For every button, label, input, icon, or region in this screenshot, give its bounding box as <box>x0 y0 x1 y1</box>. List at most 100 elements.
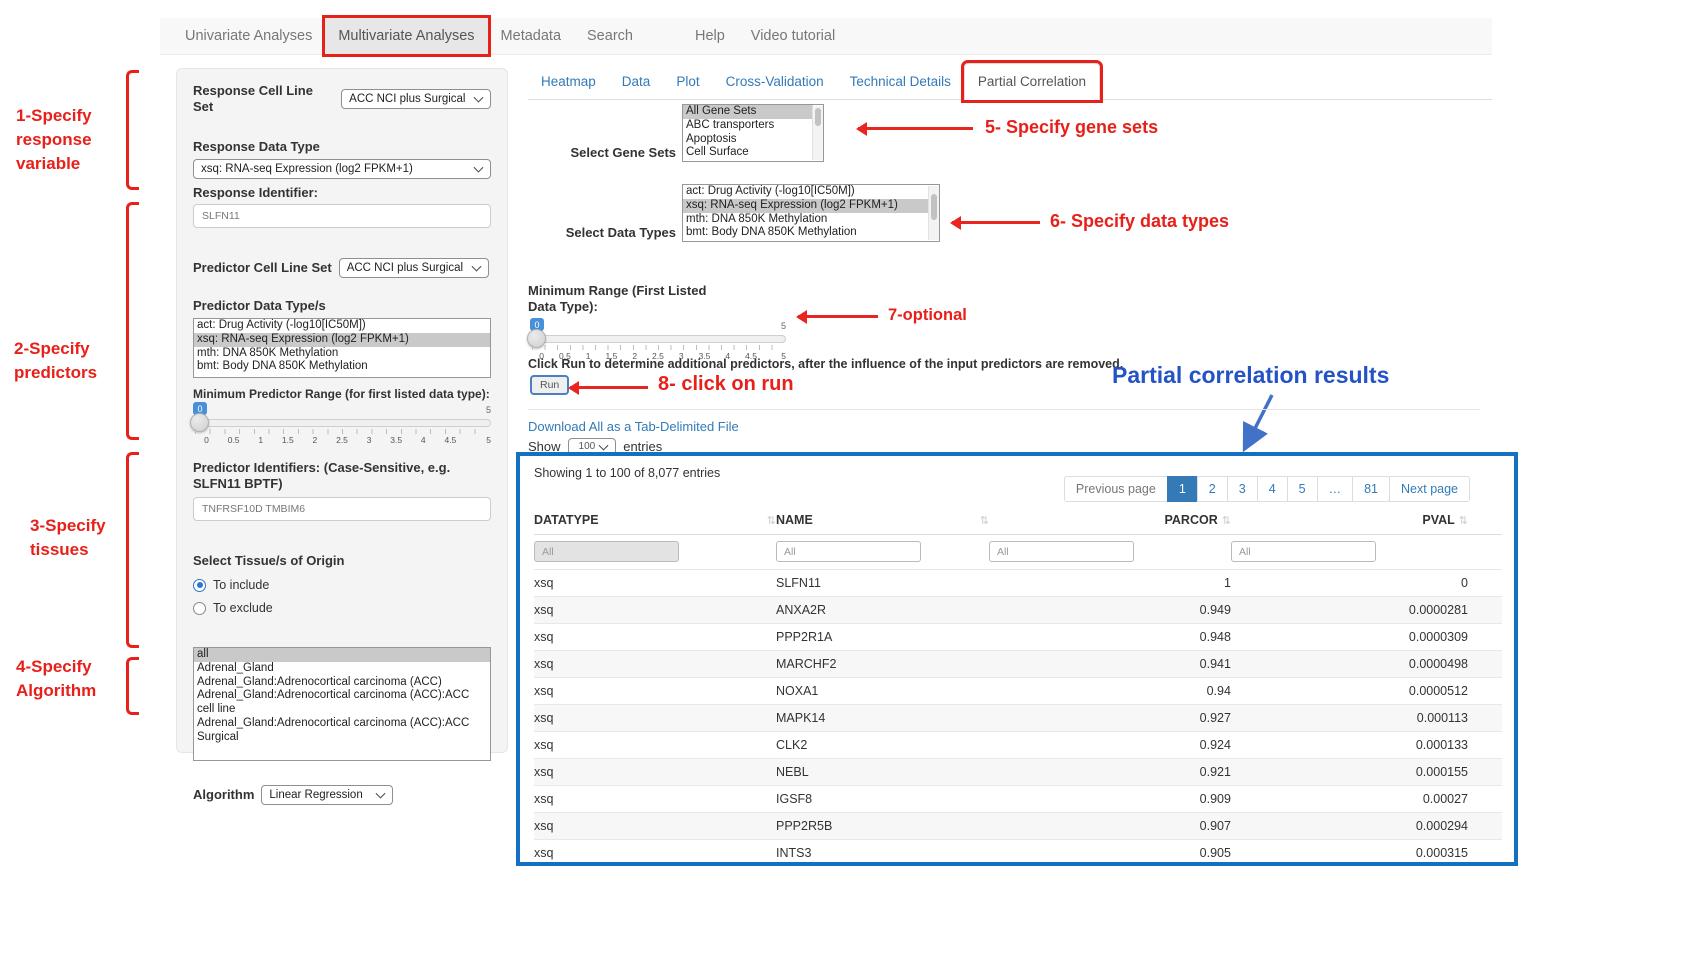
listbox-option[interactable]: Adrenal_Gland <box>194 662 490 676</box>
gene-sets-listbox[interactable]: All Gene SetsABC transportersApoptosisCe… <box>682 104 824 162</box>
table-row[interactable]: xsq IGSF8 0.909 0.00027 <box>534 786 1502 813</box>
listbox-option[interactable]: Adrenal_Gland:Adrenocortical carcinoma (… <box>194 689 490 717</box>
scrollbar[interactable] <box>812 106 823 160</box>
tab-heatmap[interactable]: Heatmap <box>528 64 609 99</box>
slider-track[interactable] <box>530 335 786 343</box>
arrow-left-icon <box>570 386 648 389</box>
page-button[interactable]: … <box>1317 476 1354 502</box>
listbox-option[interactable]: all <box>194 648 490 662</box>
sort-icon[interactable]: ⇅ <box>767 514 776 527</box>
predictor-cell-line-set-select[interactable]: ACC NCI plus Surgical <box>339 258 489 278</box>
arrow-left-icon <box>798 315 878 318</box>
nav-univariate-analyses[interactable]: Univariate Analyses <box>172 18 325 54</box>
listbox-option[interactable]: act: Drug Activity (-log10[IC50M]) <box>194 319 490 333</box>
col-header-datatype[interactable]: DATATYPE⇅ <box>534 506 776 535</box>
tab-data[interactable]: Data <box>609 64 664 99</box>
cell-datatype: xsq <box>534 759 776 786</box>
slider-ticks <box>195 429 489 434</box>
to-include-radio[interactable] <box>193 579 206 592</box>
bracket-step2 <box>126 202 139 440</box>
response-identifier-input[interactable] <box>193 204 491 228</box>
col-header-pval[interactable]: PVAL⇅ <box>1231 506 1502 535</box>
predictor-identifiers-label: Predictor Identifiers: (Case-Sensitive, … <box>193 460 491 492</box>
table-row[interactable]: xsq NEBL 0.921 0.000155 <box>534 759 1502 786</box>
sort-icon[interactable]: ⇅ <box>1222 514 1231 527</box>
response-cell-line-set-select[interactable]: ACC NCI plus Surgical <box>341 89 491 109</box>
listbox-option[interactable]: mth: DNA 850K Methylation <box>683 213 929 227</box>
arrow-left-icon <box>952 221 1040 224</box>
table-row[interactable]: xsq MAPK14 0.927 0.000113 <box>534 705 1502 732</box>
tab-plot[interactable]: Plot <box>663 64 712 99</box>
sort-icon[interactable]: ⇅ <box>1459 514 1468 527</box>
cell-pval: 0 <box>1231 570 1502 597</box>
table-row[interactable]: xsq SLFN11 1 0 <box>534 570 1502 597</box>
listbox-option[interactable]: xsq: RNA-seq Expression (log2 FPKM+1) <box>683 199 929 213</box>
run-button[interactable]: Run <box>530 375 569 395</box>
filter-datatype-input[interactable] <box>534 541 679 562</box>
page-button[interactable]: 5 <box>1287 476 1318 502</box>
col-header-parcor[interactable]: PARCOR⇅ <box>989 506 1231 535</box>
predictor-data-types-listbox[interactable]: act: Drug Activity (-log10[IC50M])xsq: R… <box>193 318 491 378</box>
listbox-option[interactable]: All Gene Sets <box>683 105 813 119</box>
nav-metadata[interactable]: Metadata <box>488 18 574 54</box>
filter-name-input[interactable] <box>776 541 921 562</box>
bracket-step1 <box>126 70 139 190</box>
bracket-step4 <box>126 657 139 715</box>
listbox-option[interactable]: act: Drug Activity (-log10[IC50M]) <box>683 185 929 199</box>
tab-technical-details[interactable]: Technical Details <box>837 64 964 99</box>
listbox-option[interactable]: bmt: Body DNA 850K Methylation <box>683 226 929 240</box>
tab-cross-validation[interactable]: Cross-Validation <box>713 64 837 99</box>
table-row[interactable]: xsq NOXA1 0.94 0.0000512 <box>534 678 1502 705</box>
tissues-listbox[interactable]: allAdrenal_GlandAdrenal_Gland:Adrenocort… <box>193 647 491 761</box>
cell-pval: 0.0000512 <box>1231 678 1502 705</box>
min-predictor-range-slider[interactable]: 0 5 00.511.522.533.544.55 <box>193 402 491 448</box>
listbox-option[interactable]: Adrenal_Gland:Adrenocortical carcinoma (… <box>194 676 490 690</box>
table-row[interactable]: xsq ANXA2R 0.949 0.0000281 <box>534 597 1502 624</box>
run-instruction: Click Run to determine additional predic… <box>528 357 1123 371</box>
page-button[interactable]: 2 <box>1197 476 1228 502</box>
predictor-cell-line-set-label: Predictor Cell Line Set <box>193 260 332 276</box>
tab-partial-correlation[interactable]: Partial Correlation <box>964 63 1100 100</box>
table-row[interactable]: xsq MARCHF2 0.941 0.0000498 <box>534 651 1502 678</box>
cell-name: NEBL <box>776 759 989 786</box>
cell-parcor: 0.907 <box>989 813 1231 840</box>
table-row[interactable]: xsq INTS3 0.905 0.000315 <box>534 840 1502 867</box>
predictor-identifiers-input[interactable] <box>193 497 491 521</box>
filter-pval-input[interactable] <box>1231 541 1376 562</box>
sort-icon[interactable]: ⇅ <box>980 514 989 527</box>
nav-search[interactable]: Search <box>574 18 646 54</box>
annotation-step7: 7-optional <box>888 306 967 325</box>
to-exclude-radio[interactable] <box>193 602 206 615</box>
page-button[interactable]: 3 <box>1227 476 1258 502</box>
listbox-option[interactable]: xsq: RNA-seq Expression (log2 FPKM+1) <box>194 333 490 347</box>
data-types-row: Select Data Types act: Drug Activity (-l… <box>528 184 940 242</box>
listbox-option[interactable]: ABC transporters <box>683 119 813 133</box>
settings-panel: Response Cell Line Set ACC NCI plus Surg… <box>176 68 508 753</box>
col-header-name[interactable]: NAME⇅ <box>776 506 989 535</box>
listbox-option[interactable]: Apoptosis <box>683 133 813 147</box>
data-types-listbox[interactable]: act: Drug Activity (-log10[IC50M])xsq: R… <box>682 184 940 242</box>
table-row[interactable]: xsq CLK2 0.924 0.000133 <box>534 732 1502 759</box>
table-row[interactable]: xsq PPP2R1A 0.948 0.0000309 <box>534 624 1502 651</box>
download-all-link[interactable]: Download All as a Tab-Delimited File <box>528 419 739 434</box>
filter-parcor-input[interactable] <box>989 541 1134 562</box>
slider-max-label: 5 <box>781 321 786 331</box>
page-button[interactable]: 4 <box>1257 476 1288 502</box>
listbox-option[interactable]: mth: DNA 850K Methylation <box>194 347 490 361</box>
listbox-option[interactable]: Cell Surface <box>683 146 813 160</box>
next-page-button[interactable]: Next page <box>1389 476 1470 502</box>
page-button[interactable]: 81 <box>1352 476 1390 502</box>
response-data-type-select[interactable]: xsq: RNA-seq Expression (log2 FPKM+1) <box>193 159 491 179</box>
previous-page-button[interactable]: Previous page <box>1064 476 1168 502</box>
nav-multivariate-analyses[interactable]: Multivariate Analyses <box>325 18 487 54</box>
algorithm-select[interactable]: Linear Regression <box>261 785 393 805</box>
scrollbar[interactable] <box>928 186 939 240</box>
slider-track[interactable] <box>193 419 491 427</box>
nav-video-tutorial[interactable]: Video tutorial <box>738 18 848 54</box>
listbox-option[interactable]: bmt: Body DNA 850K Methylation <box>194 360 490 374</box>
page-buttons: 12345…81 <box>1168 476 1390 502</box>
nav-help[interactable]: Help <box>682 18 738 54</box>
page-button[interactable]: 1 <box>1167 476 1198 502</box>
listbox-option[interactable]: Adrenal_Gland:Adrenocortical carcinoma (… <box>194 717 490 745</box>
table-row[interactable]: xsq PPP2R5B 0.907 0.000294 <box>534 813 1502 840</box>
